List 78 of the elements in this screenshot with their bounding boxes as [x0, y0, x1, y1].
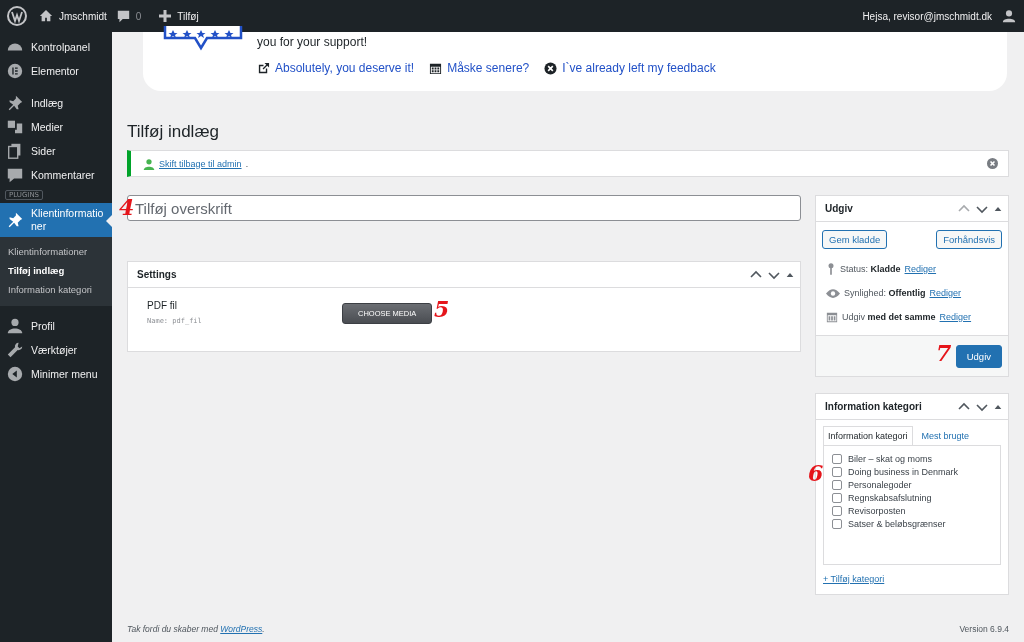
save-draft-button[interactable]: Gem kladde [822, 230, 888, 249]
edit-link[interactable]: Rediger [939, 312, 972, 322]
category-label: Biler – skat og moms [848, 454, 933, 464]
category-label: Doing business in Denmark [848, 467, 959, 477]
field-label: PDF fil [147, 300, 178, 311]
category-label: Regnskabsafslutning [848, 493, 932, 503]
review-text: you for your support! [257, 35, 369, 49]
calendar-icon [826, 311, 838, 323]
menu-item[interactable]: Sider [0, 139, 112, 163]
checkbox[interactable] [832, 467, 842, 477]
version-text: Version 6.9.4 [959, 624, 1009, 634]
wrench-icon [6, 341, 24, 359]
checkbox[interactable] [832, 480, 842, 490]
category-label: Satser & beløbsgrænser [848, 519, 946, 529]
checkbox[interactable] [832, 506, 842, 516]
user-icon [6, 317, 24, 335]
edit-link[interactable]: Rediger [929, 288, 962, 298]
menu-item[interactable]: Profil [0, 314, 112, 338]
review-link[interactable]: Måske senere? [447, 61, 530, 75]
wordpress-logo-icon[interactable] [7, 6, 27, 26]
punctuation: . [245, 158, 249, 169]
pin-icon [6, 211, 24, 229]
menu-item[interactable]: Kontrolpanel [0, 35, 112, 59]
site-name-link[interactable]: Jmschmidt [59, 10, 107, 22]
switch-admin-link[interactable]: Skift tilbage til admin [159, 158, 242, 169]
submenu-item[interactable]: Tilføj indlæg [0, 262, 112, 281]
home-icon [39, 9, 53, 23]
submenu-item[interactable]: Klientinformationer [0, 243, 112, 262]
review-link[interactable]: Absolutely, you deserve it! [275, 61, 415, 75]
dismiss-icon[interactable] [987, 158, 998, 169]
category-tab[interactable]: Information kategori [823, 426, 913, 446]
menu-item[interactable]: Minimer menu [0, 362, 112, 386]
edit-link[interactable]: Rediger [904, 264, 937, 274]
user-icon [143, 157, 155, 170]
menu-item[interactable]: Kommentarer [0, 163, 112, 187]
status-text: Udgiv med det samme [842, 312, 936, 322]
panel-title: Settings [137, 269, 177, 280]
category-label: Revisorposten [848, 506, 906, 516]
media-icon [6, 118, 24, 136]
panel-title: Udgiv [825, 203, 853, 214]
comment-icon [6, 166, 24, 184]
greeting-link[interactable]: Hejsa, revisor@jmschmidt.dk [862, 10, 992, 22]
checkbox[interactable] [832, 454, 842, 464]
category-label: Personalegoder [848, 480, 912, 490]
external-link-icon [257, 61, 270, 75]
annotation-number: 6 [808, 462, 824, 484]
menu-item[interactable]: Klientinformationer [0, 203, 112, 237]
comment-icon [116, 9, 130, 23]
comment-count[interactable]: 0 [135, 10, 142, 22]
collapse-icon [6, 365, 24, 383]
status-text: Status: Kladde [840, 264, 901, 274]
plus-icon [159, 10, 172, 22]
checkbox[interactable] [832, 519, 842, 529]
elementor-icon [6, 62, 24, 80]
eye-icon [826, 287, 840, 299]
pin-icon [826, 262, 836, 276]
user-icon [1002, 9, 1016, 23]
annotation-number: 5 [434, 298, 450, 320]
footer-thanks: Tak fordi du skaber med WordPress. [127, 624, 265, 634]
checkbox[interactable] [832, 493, 842, 503]
menu-item[interactable]: Medier [0, 115, 112, 139]
menu-item[interactable]: Indlæg [0, 91, 112, 115]
submenu-item[interactable]: Information kategori [0, 281, 112, 300]
new-link[interactable]: Tilføj [177, 10, 199, 22]
menu-item[interactable]: Elementor [0, 59, 112, 83]
category-tab[interactable]: Mest brugte [916, 426, 975, 446]
calendar-icon [429, 61, 443, 75]
menu-item[interactable]: Værktøjer [0, 338, 112, 362]
publish-button[interactable]: Udgiv [955, 344, 1002, 368]
status-text: Synlighed: Offentlig [844, 288, 926, 298]
close-icon [544, 61, 558, 75]
review-link[interactable]: I`ve already left my feedback [562, 61, 716, 75]
preview-button[interactable]: Forhåndsvis [936, 230, 1002, 249]
page-title: Tilføj indlæg [127, 122, 220, 142]
pin-icon [6, 94, 24, 112]
panel-title: Information kategori [825, 401, 922, 412]
annotation-number: 7 [936, 342, 952, 364]
add-category-link[interactable]: + Tilføj kategori [823, 574, 885, 584]
